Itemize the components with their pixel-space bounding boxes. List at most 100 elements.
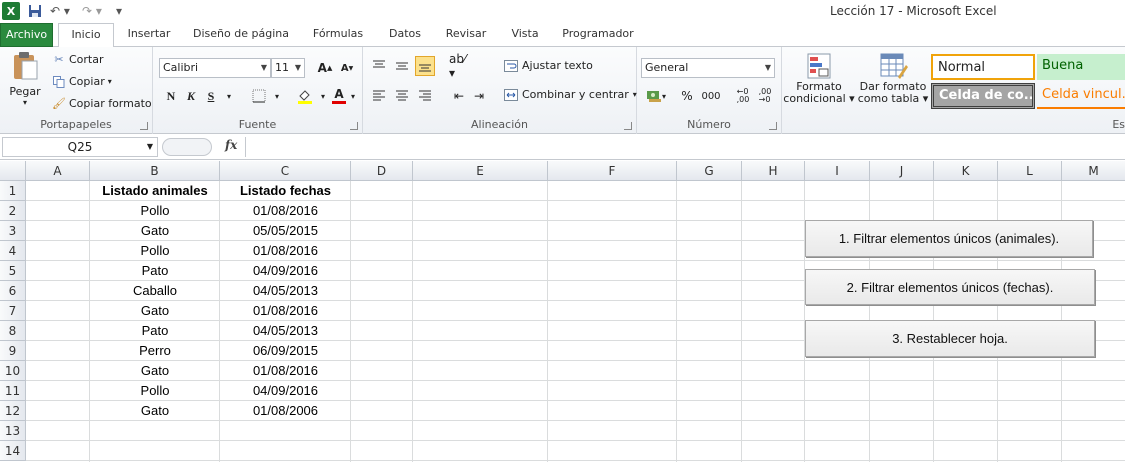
row-header[interactable]: 11 (0, 381, 26, 401)
style-normal[interactable]: Normal (931, 54, 1035, 80)
column-header[interactable]: A (26, 161, 90, 181)
format-painter-button[interactable]: 🖌 Copiar formato (52, 97, 152, 110)
column-header[interactable]: D (351, 161, 413, 181)
row-header[interactable]: 3 (0, 221, 26, 241)
tab-inicio[interactable]: Inicio (58, 23, 114, 48)
row-header[interactable]: 12 (0, 401, 26, 421)
row-header[interactable]: 2 (0, 201, 26, 221)
filter-animals-button[interactable]: 1. Filtrar elementos únicos (animales). (805, 220, 1093, 257)
tab-programador[interactable]: Programador (558, 23, 638, 47)
redo-icon[interactable]: ↷ ▾ (80, 2, 104, 20)
undo-icon[interactable]: ↶ ▾ (48, 2, 72, 20)
column-header[interactable]: J (870, 161, 934, 181)
cell-fecha[interactable]: 01/08/2016 (220, 361, 351, 381)
cell-animal[interactable]: Pato (90, 321, 220, 341)
column-header[interactable]: G (677, 161, 742, 181)
tab-insertar[interactable]: Insertar (122, 23, 176, 47)
cell-fecha[interactable]: 04/09/2016 (220, 261, 351, 281)
tab-formulas[interactable]: Fórmulas (307, 23, 369, 47)
cell-animal[interactable]: Pollo (90, 201, 220, 221)
formula-bar-resizer[interactable] (162, 138, 212, 156)
decrease-decimal-icon[interactable]: ,00 →0 (755, 86, 775, 106)
align-center-icon[interactable] (392, 86, 412, 106)
italic-button[interactable]: K (181, 86, 201, 106)
row-header[interactable]: 13 (0, 421, 26, 441)
currency-icon[interactable]: ▾ (643, 86, 669, 106)
conditional-format-button[interactable]: Formato condicional ▾ (783, 51, 855, 105)
row-header[interactable]: 10 (0, 361, 26, 381)
cell-animal[interactable]: Gato (90, 221, 220, 241)
cell-fecha[interactable]: 04/05/2013 (220, 281, 351, 301)
cell-fecha[interactable]: 04/09/2016 (220, 381, 351, 401)
thousands-button[interactable]: 000 (699, 86, 723, 106)
row-header[interactable]: 14 (0, 441, 26, 461)
row-header[interactable]: 4 (0, 241, 26, 261)
tab-archivo[interactable]: Archivo (0, 23, 53, 47)
insert-function-icon[interactable]: fx (225, 138, 237, 152)
format-as-table-button[interactable]: Dar formato como tabla ▾ (856, 51, 930, 105)
column-header[interactable]: I (805, 161, 870, 181)
header-listado-animales[interactable]: Listado animales (90, 181, 220, 201)
column-header[interactable]: E (413, 161, 548, 181)
cut-button[interactable]: ✂ Cortar (52, 53, 103, 66)
column-header[interactable]: L (998, 161, 1062, 181)
style-check-cell[interactable]: Celda de co... (931, 83, 1035, 109)
shrink-font-button[interactable]: A ▼ (337, 58, 357, 78)
save-icon[interactable] (26, 2, 44, 20)
column-header[interactable]: M (1062, 161, 1125, 181)
grow-font-button[interactable]: A ▲ (315, 58, 335, 78)
cell-fecha[interactable]: 01/08/2006 (220, 401, 351, 421)
select-all-corner[interactable] (0, 161, 26, 181)
chevron-down-icon[interactable]: ▾ (267, 86, 287, 106)
cell-fecha[interactable]: 01/08/2016 (220, 241, 351, 261)
align-right-icon[interactable] (415, 86, 435, 106)
align-bottom-icon[interactable] (415, 56, 435, 76)
align-middle-icon[interactable] (392, 56, 412, 76)
increase-decimal-icon[interactable]: ←0,00 (733, 86, 753, 106)
tab-diseno-pagina[interactable]: Diseño de página (190, 23, 292, 47)
number-launcher-icon[interactable] (769, 122, 777, 130)
excel-logo-icon[interactable]: X (2, 2, 20, 20)
copy-button[interactable]: Copiar ▾ (52, 75, 112, 88)
row-header[interactable]: 1 (0, 181, 26, 201)
increase-indent-icon[interactable]: ⇥ (469, 86, 489, 106)
borders-icon[interactable] (249, 86, 269, 106)
font-name-select[interactable]: Calibri ▼ (159, 58, 271, 78)
font-size-select[interactable]: 11 ▼ (271, 58, 305, 78)
worksheet-grid[interactable]: ABCDEFGHIJKLM 1 2 3 4 5 6 7 8 9 10 11 12 13 14 Listad… (0, 161, 1125, 462)
formula-input[interactable] (245, 137, 1123, 157)
cell-animal[interactable]: Gato (90, 401, 220, 421)
clipboard-launcher-icon[interactable] (140, 122, 148, 130)
cell-animal[interactable]: Pato (90, 261, 220, 281)
row-header[interactable]: 7 (0, 301, 26, 321)
align-top-icon[interactable] (369, 56, 389, 76)
column-header[interactable]: F (548, 161, 677, 181)
tab-datos[interactable]: Datos (383, 23, 427, 47)
cell-animal[interactable]: Gato (90, 361, 220, 381)
cell-fecha[interactable]: 04/05/2013 (220, 321, 351, 341)
cell-fecha[interactable]: 01/08/2016 (220, 301, 351, 321)
cell-animal[interactable]: Pollo (90, 241, 220, 261)
name-box[interactable]: Q25 ▼ (2, 137, 158, 157)
cell-animal[interactable]: Pollo (90, 381, 220, 401)
header-listado-fechas[interactable]: Listado fechas (220, 181, 351, 201)
number-format-select[interactable]: General ▼ (641, 58, 775, 78)
cell-fecha[interactable]: 06/09/2015 (220, 341, 351, 361)
percent-button[interactable]: % (677, 86, 697, 106)
column-header[interactable]: C (220, 161, 351, 181)
style-good[interactable]: Buena (1037, 54, 1125, 80)
wrap-text-button[interactable]: Ajustar texto (503, 59, 593, 72)
reset-sheet-button[interactable]: 3. Restablecer hoja. (805, 320, 1095, 357)
row-header[interactable]: 8 (0, 321, 26, 341)
orientation-icon[interactable]: ab⁄ ▾ (449, 52, 475, 80)
decrease-indent-icon[interactable]: ⇤ (449, 86, 469, 106)
customize-qat-icon[interactable]: ▾ (112, 2, 126, 20)
cell-animal[interactable]: Gato (90, 301, 220, 321)
align-left-icon[interactable] (369, 86, 389, 106)
column-header[interactable]: K (934, 161, 998, 181)
column-header[interactable]: B (90, 161, 220, 181)
underline-button[interactable]: S (201, 86, 221, 106)
font-color-icon[interactable]: A (329, 86, 349, 106)
paste-button[interactable]: Pegar ▾ (6, 51, 44, 107)
row-header[interactable]: 5 (0, 261, 26, 281)
